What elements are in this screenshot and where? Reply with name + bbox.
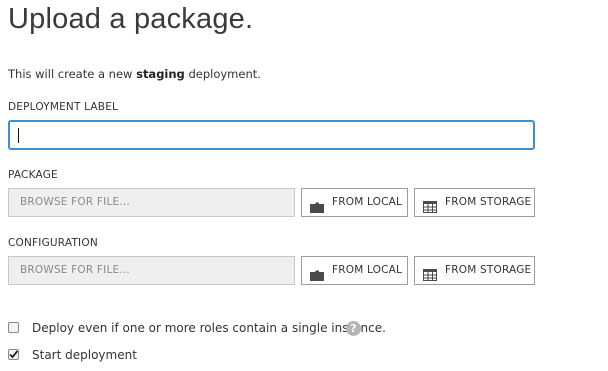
intro-suffix: deployment. — [184, 67, 261, 81]
package-label: PACKAGE — [8, 169, 58, 181]
configuration-from-storage-label: FROM STORAGE — [445, 264, 532, 276]
deployment-label-input[interactable] — [8, 120, 535, 150]
intro-staging: staging — [136, 67, 185, 81]
start-deployment-option: Start deployment — [8, 348, 208, 364]
configuration-label: CONFIGURATION — [8, 237, 98, 249]
configuration-browse-field[interactable]: BROWSE FOR FILE... — [8, 256, 295, 285]
package-from-storage-button[interactable]: FROM STORAGE — [414, 188, 535, 217]
checkmark-icon — [9, 350, 19, 359]
deploy-single-instance-checkbox[interactable] — [8, 322, 19, 333]
intro-text: This will create a new staging deploymen… — [8, 67, 261, 81]
storage-table-icon — [423, 265, 437, 292]
deploy-single-instance-option: Deploy even if one or more roles contain… — [8, 321, 386, 337]
storage-table-icon — [423, 197, 437, 224]
start-deployment-label: Start deployment — [32, 348, 137, 362]
deploy-single-instance-label: Deploy even if one or more roles contain… — [32, 321, 386, 335]
intro-prefix: This will create a new — [8, 67, 137, 81]
package-from-storage-label: FROM STORAGE — [445, 196, 532, 208]
page-title: Upload a package. — [8, 3, 254, 35]
text-caret — [18, 128, 19, 143]
package-from-local-button[interactable]: FROM LOCAL — [301, 188, 408, 217]
configuration-from-local-label: FROM LOCAL — [332, 264, 403, 276]
configuration-from-storage-button[interactable]: FROM STORAGE — [414, 256, 535, 285]
folder-icon — [310, 197, 324, 224]
start-deployment-checkbox[interactable] — [8, 349, 19, 360]
deployment-label-heading: DEPLOYMENT LABEL — [8, 101, 119, 113]
configuration-from-local-button[interactable]: FROM LOCAL — [301, 256, 408, 285]
folder-icon — [310, 265, 324, 292]
package-from-local-label: FROM LOCAL — [332, 196, 403, 208]
help-icon[interactable]: ? — [346, 321, 361, 336]
package-browse-field[interactable]: BROWSE FOR FILE... — [8, 188, 295, 217]
